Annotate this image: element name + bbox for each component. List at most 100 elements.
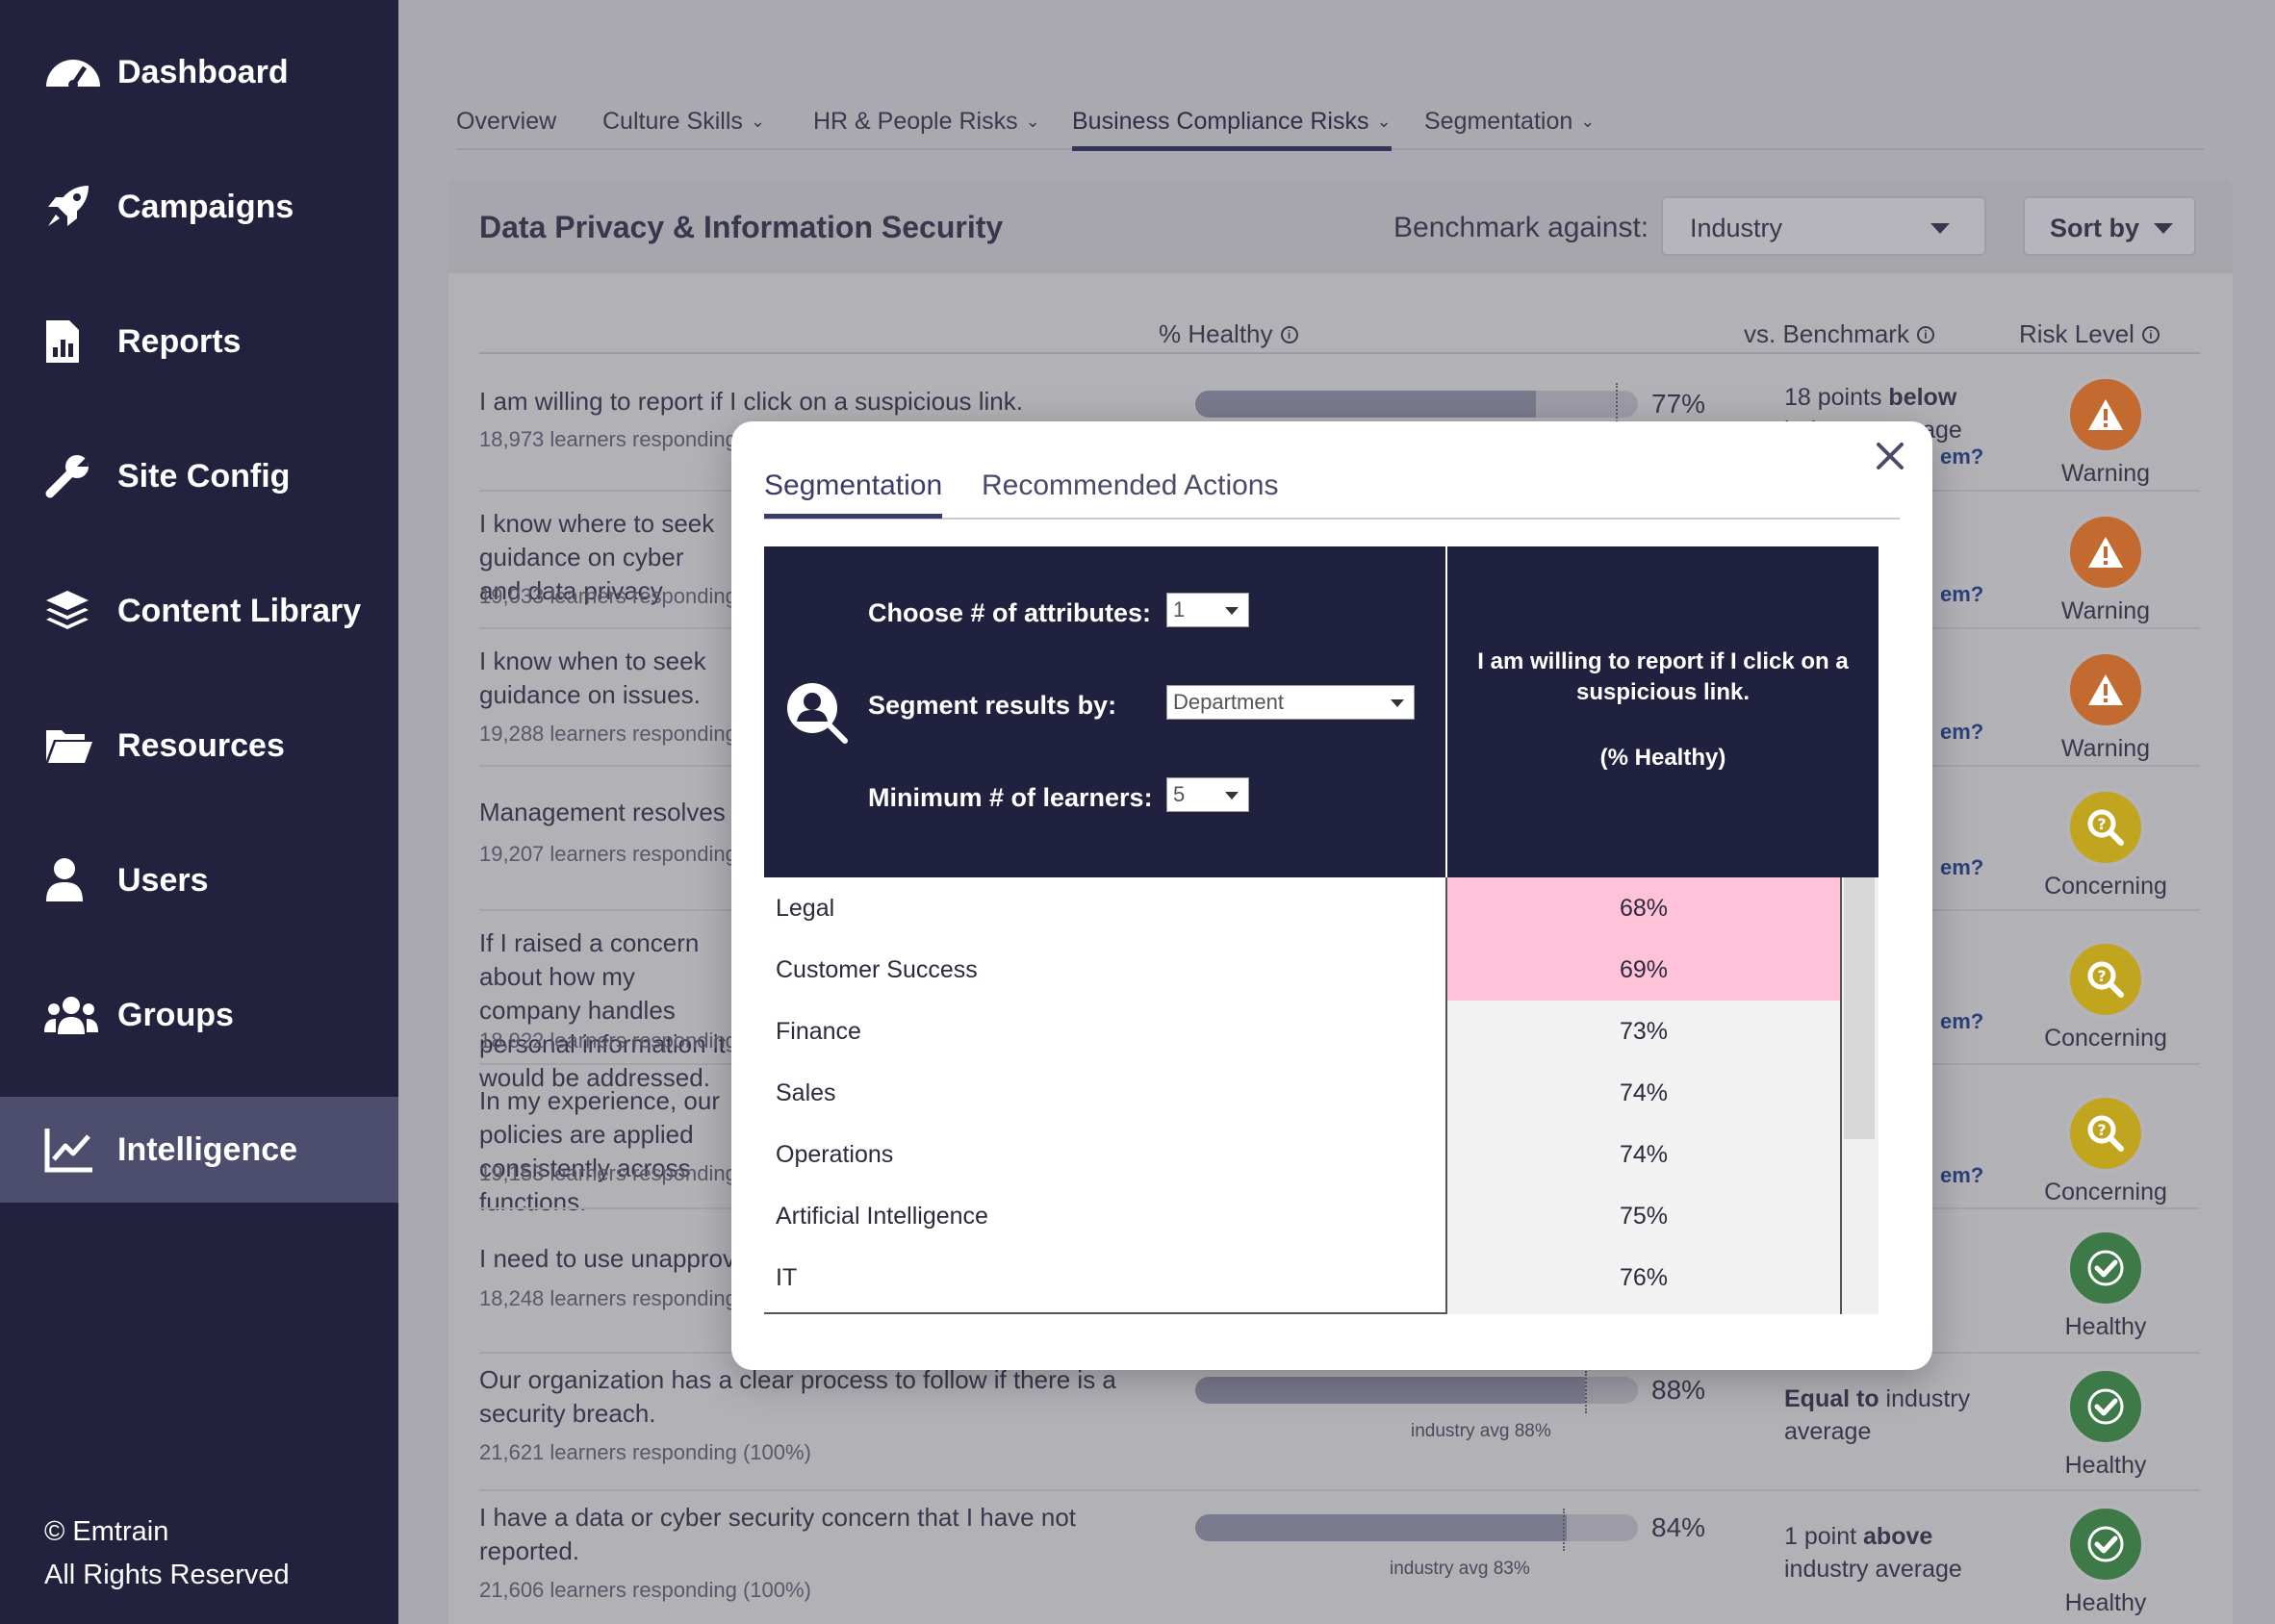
copyright-line: © Emtrain bbox=[44, 1516, 169, 1547]
segment-row[interactable]: Legal 68% bbox=[764, 877, 1840, 939]
why-link[interactable]: em? bbox=[1940, 444, 1983, 469]
industry-average-label: industry avg 88% bbox=[1411, 1421, 1551, 1441]
segment-name: Finance bbox=[776, 1018, 861, 1045]
segment-value: 69% bbox=[1447, 939, 1840, 1001]
tab-business-compliance-risks[interactable]: Business Compliance Risks ⌄ bbox=[1072, 108, 1392, 151]
sidebar-item-reports[interactable]: Reports bbox=[0, 289, 398, 394]
benchmark-select[interactable]: Industry bbox=[1661, 196, 1986, 256]
benchmark-marker bbox=[1584, 1371, 1587, 1413]
why-link[interactable]: em? bbox=[1940, 582, 1983, 607]
healthy-percent: 88% bbox=[1651, 1375, 1706, 1405]
segment-row[interactable]: Sales 74% bbox=[764, 1062, 1840, 1124]
sidebar-item-content-library[interactable]: Content Library bbox=[0, 558, 398, 664]
segment-value: 74% bbox=[1447, 1124, 1840, 1185]
rocket-icon bbox=[44, 182, 104, 232]
risk-level: Healthy bbox=[2038, 1505, 2173, 1617]
attributes-select[interactable]: 1 bbox=[1166, 593, 1249, 627]
svg-text:?: ? bbox=[2097, 967, 2106, 985]
risk-label: Concerning bbox=[2044, 1025, 2167, 1052]
column-label: vs. Benchmark bbox=[1744, 319, 1909, 348]
segment-controls: Choose # of attributes: 1 Segment result… bbox=[764, 546, 1445, 877]
sidebar-item-intelligence[interactable]: Intelligence bbox=[0, 1097, 398, 1203]
sidebar-item-site-config[interactable]: Site Config bbox=[0, 423, 398, 529]
user-icon bbox=[44, 855, 104, 905]
tab-hr-people-risks[interactable]: HR & People Risks ⌄ bbox=[813, 108, 1040, 136]
panel-header: Data Privacy & Information Security Benc… bbox=[448, 179, 2233, 273]
chevron-down-icon: ⌄ bbox=[1580, 112, 1596, 131]
segment-row[interactable]: IT 76% bbox=[764, 1247, 1840, 1314]
segment-by-label: Segment results by: bbox=[868, 691, 1117, 720]
column-header-risk: Risk Level i bbox=[2019, 319, 2160, 349]
chart-line-icon bbox=[44, 1125, 104, 1175]
caret-down-icon bbox=[2154, 223, 2173, 234]
segment-value: 68% bbox=[1447, 877, 1840, 939]
scrollbar-thumb[interactable] bbox=[1844, 877, 1875, 1139]
table-row[interactable]: Our organization has a clear process to … bbox=[479, 1354, 2200, 1491]
user-search-icon bbox=[787, 683, 848, 744]
sort-label: Sort by bbox=[2050, 214, 2140, 242]
segment-by-select[interactable]: Department bbox=[1166, 685, 1415, 720]
tab-culture-skills[interactable]: Culture Skills ⌄ bbox=[602, 108, 765, 136]
healthy-bar-fill bbox=[1195, 391, 1537, 418]
why-link[interactable]: em? bbox=[1940, 720, 1983, 745]
segment-name: Customer Success bbox=[776, 956, 978, 983]
svg-text:?: ? bbox=[2097, 1121, 2106, 1139]
info-icon[interactable]: i bbox=[1916, 325, 1934, 343]
learner-count: 19,288 learners responding bbox=[479, 722, 737, 746]
report-icon bbox=[44, 317, 104, 367]
warning-icon bbox=[2066, 650, 2145, 729]
sort-by-button[interactable]: Sort by bbox=[2023, 196, 2196, 256]
chevron-down-icon: ⌄ bbox=[750, 112, 765, 131]
segment-name: Artificial Intelligence bbox=[776, 1203, 988, 1230]
learner-count: 19,033 learners responding bbox=[479, 584, 737, 608]
info-icon[interactable]: i bbox=[2141, 325, 2160, 343]
learner-count: 19,153 learners responding bbox=[479, 1161, 737, 1185]
risk-level: Healthy bbox=[2038, 1229, 2173, 1341]
comparison-text: 18 points bbox=[1784, 384, 1889, 411]
risk-level: Warning bbox=[2038, 650, 2173, 763]
sidebar-item-users[interactable]: Users bbox=[0, 827, 398, 933]
why-link[interactable]: em? bbox=[1940, 1009, 1983, 1034]
sidebar-item-label: Site Config bbox=[117, 457, 291, 495]
sidebar-item-label: Dashboard bbox=[117, 53, 289, 90]
magnifier-icon: ? bbox=[2066, 940, 2145, 1019]
risk-label: Concerning bbox=[2044, 1179, 2167, 1205]
risk-label: Healthy bbox=[2064, 1313, 2147, 1340]
sidebar-item-campaigns[interactable]: Campaigns bbox=[0, 154, 398, 260]
segment-value: 74% bbox=[1447, 1062, 1840, 1124]
segment-row[interactable]: Finance 73% bbox=[764, 1001, 1840, 1062]
why-link[interactable]: em? bbox=[1940, 855, 1983, 880]
segment-row[interactable]: Artificial Intelligence 75% bbox=[764, 1185, 1840, 1247]
info-icon[interactable]: i bbox=[1280, 325, 1298, 343]
segmentation-modal: Segmentation Recommended Actions Choose … bbox=[731, 421, 1932, 1370]
segment-row[interactable]: Customer Success 69% bbox=[764, 939, 1840, 1001]
question-text: Our organization has a clear process to … bbox=[479, 1365, 1116, 1428]
sidebar-item-resources[interactable]: Resources bbox=[0, 693, 398, 799]
sidebar-item-groups[interactable]: Groups bbox=[0, 962, 398, 1068]
comparison-emphasis: Equal to bbox=[1784, 1385, 1879, 1412]
divider bbox=[1840, 877, 1842, 1314]
learner-count: 21,621 learners responding (100%) bbox=[479, 1440, 811, 1464]
tab-segmentation[interactable]: Segmentation ⌄ bbox=[1424, 108, 1595, 136]
table-row[interactable]: I have a data or cyber security concern … bbox=[479, 1491, 2200, 1624]
segment-value: 73% bbox=[1447, 1001, 1840, 1062]
tab-segmentation[interactable]: Segmentation bbox=[764, 469, 943, 519]
page-title: Data Privacy & Information Security bbox=[479, 210, 1004, 244]
caret-down-icon bbox=[1391, 699, 1404, 707]
benchmark-label: Benchmark against: bbox=[1393, 212, 1649, 243]
sidebar-item-dashboard[interactable]: Dashboard bbox=[0, 19, 398, 125]
tab-overview[interactable]: Overview bbox=[456, 108, 556, 136]
caret-down-icon bbox=[1930, 223, 1950, 234]
comparison-emphasis: above bbox=[1863, 1523, 1933, 1550]
tab-recommended-actions[interactable]: Recommended Actions bbox=[982, 469, 1279, 502]
check-icon bbox=[2066, 1505, 2145, 1584]
min-learners-select[interactable]: 5 bbox=[1166, 777, 1249, 812]
segment-name: Sales bbox=[776, 1079, 836, 1106]
magnifier-icon: ? bbox=[2066, 1094, 2145, 1173]
column-label: Risk Level bbox=[2019, 319, 2134, 348]
column-label: % Healthy bbox=[1159, 319, 1273, 348]
modal-tabs: Segmentation Recommended Actions bbox=[764, 469, 1900, 520]
segment-value: 75% bbox=[1447, 1185, 1840, 1247]
why-link[interactable]: em? bbox=[1940, 1163, 1983, 1188]
segment-row[interactable]: Operations 74% bbox=[764, 1124, 1840, 1185]
